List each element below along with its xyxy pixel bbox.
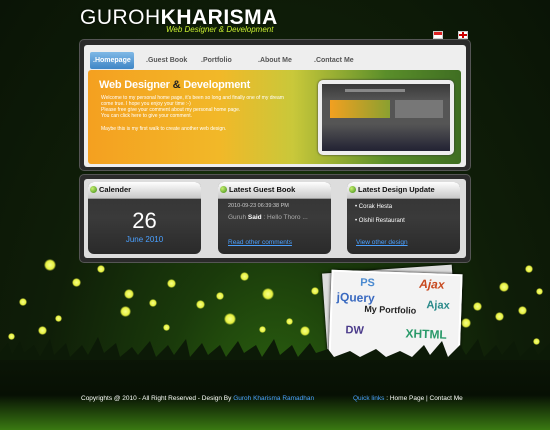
portfolio-label: My Portfolio — [364, 303, 417, 316]
firefly — [262, 288, 274, 300]
quick-links-label: Quick links — [353, 395, 385, 402]
firefly — [163, 324, 170, 331]
nav-homepage[interactable]: .Homepage — [90, 52, 134, 69]
nav-label: About Me — [259, 57, 292, 64]
nav-label: Contact Me — [315, 57, 354, 64]
footer-quick-links: Quick links : Home Page | Contact Me — [353, 395, 463, 402]
designer-link[interactable]: Guroh Kharisma Ramadhan — [233, 395, 314, 402]
nav-portfolio[interactable]: .Portfolio — [198, 52, 235, 69]
copyright-text: Copyrights @ 2010 - All Right Reserved -… — [81, 395, 234, 402]
design-item-label: Corak Hesta — [358, 204, 393, 210]
main-nav: .Homepage .Guest Book .Portfolio .About … — [88, 52, 462, 69]
portfolio-tag: Ajax — [426, 299, 450, 312]
banner-title-part: Web Designer — [99, 79, 173, 91]
bullet-icon — [349, 186, 356, 193]
footer-contact-link[interactable]: Contact Me — [430, 395, 463, 402]
firefly — [224, 313, 236, 325]
firefly — [72, 278, 81, 287]
preview-header — [345, 89, 405, 92]
firefly — [120, 306, 131, 317]
widget-header: Calender — [88, 182, 201, 199]
firefly — [149, 299, 157, 307]
banner-text-line: You can click here to give your comment. — [101, 113, 192, 119]
firefly — [286, 318, 293, 325]
english-flag-icon[interactable] — [458, 31, 468, 39]
banner-title: Web Designer & Development — [99, 79, 250, 91]
firefly — [525, 265, 533, 273]
guestbook-entry[interactable]: Guruh Said : Hello Thoro ... — [228, 214, 308, 221]
firefly — [311, 287, 319, 295]
view-design-link[interactable]: View other design — [356, 239, 408, 246]
firefly — [55, 315, 62, 322]
firefly — [240, 272, 249, 281]
guestbook-timestamp: 2010-09-23 06:39:38 PM — [228, 203, 289, 209]
design-update-widget: Latest Design Update • Corak Hesta • Ols… — [347, 182, 460, 254]
calendar-day: 26 — [132, 208, 157, 233]
design-item-label: Olshil Restaurant — [358, 218, 405, 224]
firefly — [216, 292, 224, 300]
guestbook-author: Guruh — [228, 214, 247, 221]
firefly — [19, 298, 27, 306]
firefly — [44, 259, 56, 271]
nav-label: Homepage — [94, 57, 131, 64]
portfolio-tag: jQuery — [336, 289, 375, 306]
site-tagline: Web Designer & Development — [166, 25, 274, 34]
nav-about-me[interactable]: .About Me — [255, 52, 295, 69]
firefly — [196, 300, 205, 309]
bullet-icon — [220, 186, 227, 193]
guestbook-message: Hello Thoro ... — [267, 214, 308, 221]
widget-title: Calender — [99, 185, 132, 194]
firefly — [536, 288, 543, 295]
widget-title: Latest Guest Book — [229, 185, 296, 194]
widget-title: Latest Design Update — [358, 185, 435, 194]
firefly — [124, 289, 134, 299]
read-comments-link[interactable]: Read other comments — [228, 239, 292, 246]
preview-thumb — [395, 100, 443, 118]
logo-first-name: GUROH — [80, 6, 161, 29]
nav-label: Portfolio — [202, 57, 232, 64]
portfolio-tag: Ajax — [418, 276, 445, 292]
firefly — [473, 302, 482, 311]
nav-contact-me[interactable]: .Contact Me — [311, 52, 357, 69]
widget-header: Latest Guest Book — [218, 182, 331, 199]
design-item[interactable]: • Corak Hesta — [355, 204, 392, 210]
bullet-icon — [90, 186, 97, 193]
footer-home-link[interactable]: Home Page — [390, 395, 424, 402]
banner-text-footer: Maybe this is my first walk to create an… — [101, 126, 227, 132]
preview-banner — [330, 100, 390, 118]
guestbook-said: Said — [247, 214, 262, 221]
widget-header: Latest Design Update — [347, 182, 460, 199]
firefly — [499, 282, 509, 292]
firefly — [495, 312, 504, 321]
calendar-month-year: June 2010 — [125, 235, 164, 244]
firefly — [97, 265, 105, 273]
design-item[interactable]: • Olshil Restaurant — [355, 218, 405, 224]
nav-label: Guest Book — [147, 57, 188, 64]
firefly — [518, 306, 527, 315]
portfolio-tag: PS — [359, 276, 376, 290]
firefly — [167, 279, 176, 288]
nav-guest-book[interactable]: .Guest Book — [143, 52, 190, 69]
banner-title-part: Development — [180, 79, 251, 91]
indonesia-flag-icon[interactable] — [433, 31, 443, 39]
guestbook-widget: Latest Guest Book 2010-09-23 06:39:38 PM… — [218, 182, 331, 254]
firefly — [461, 318, 471, 328]
calendar-widget: Calender 26 June 2010 — [88, 182, 201, 254]
footer-copyright: Copyrights @ 2010 - All Right Reserved -… — [81, 395, 314, 402]
firefly — [38, 326, 47, 335]
firefly — [259, 326, 266, 333]
